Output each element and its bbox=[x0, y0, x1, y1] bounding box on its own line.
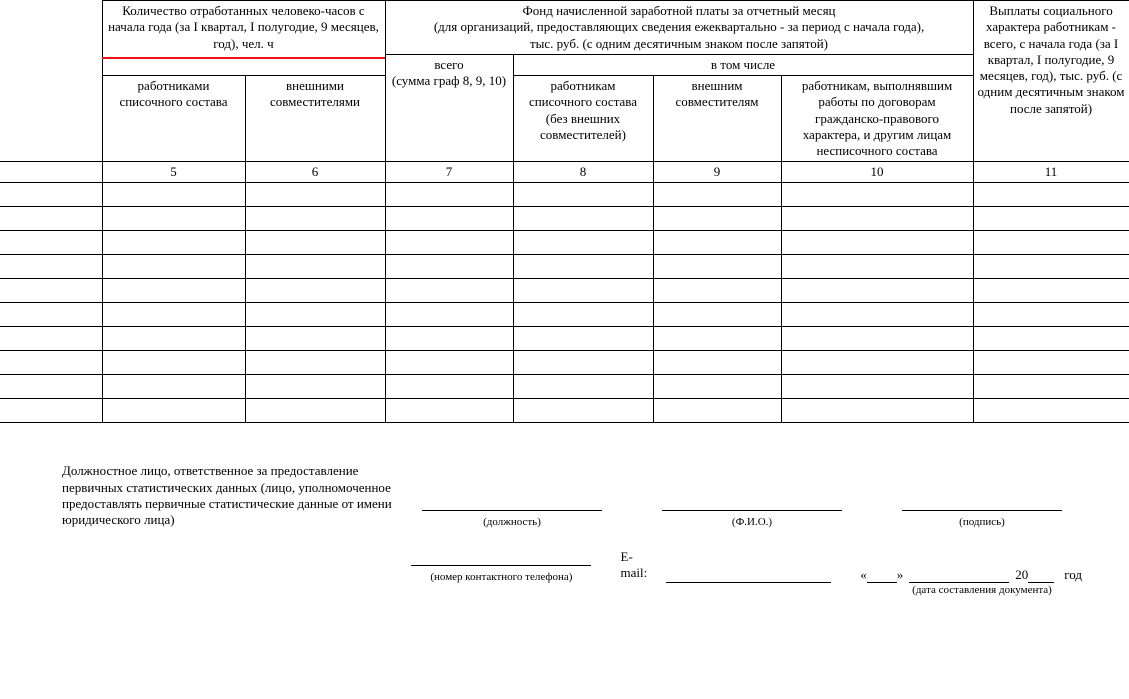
date-quote-close: » bbox=[897, 567, 904, 583]
header-col5: работниками списочного состава bbox=[102, 76, 245, 162]
responsible-label: Должностное лицо, ответственное за предо… bbox=[62, 463, 392, 528]
signature-caption: (подпись) bbox=[902, 516, 1062, 528]
table-row bbox=[0, 399, 1129, 423]
table-row bbox=[0, 303, 1129, 327]
position-caption: (должность) bbox=[422, 516, 602, 528]
header-col6: внешними совместителями bbox=[245, 76, 385, 162]
header-col8: работникам списочного состава (без внешн… bbox=[513, 76, 653, 162]
header-col10: работникам, выполнявшим работы по догово… bbox=[781, 76, 973, 162]
header-including: в том числе bbox=[513, 54, 973, 75]
header-hours-group: Количество отработанных человеко-часов с… bbox=[102, 1, 385, 76]
header-col7-b: (сумма граф 8, 9, 10) bbox=[392, 73, 506, 88]
table-row bbox=[0, 207, 1129, 231]
numcell-11: 11 bbox=[973, 162, 1129, 183]
table-row bbox=[0, 375, 1129, 399]
numcell-6: 6 bbox=[245, 162, 385, 183]
table-row bbox=[0, 279, 1129, 303]
date-day-field[interactable] bbox=[867, 563, 897, 583]
table-row bbox=[0, 231, 1129, 255]
numcell-5: 5 bbox=[102, 162, 245, 183]
numcell-10: 10 bbox=[781, 162, 973, 183]
doc-date-caption: (дата составления документа) bbox=[862, 584, 1102, 596]
numcell-blank bbox=[0, 162, 102, 183]
signature-block: Должностное лицо, ответственное за предо… bbox=[62, 463, 1082, 596]
report-table: Количество отработанных человеко-часов с… bbox=[0, 0, 1129, 423]
header-fund-group: Фонд начисленной заработной платы за отч… bbox=[385, 1, 973, 55]
header-fund-line2: (для организаций, предоставляющих сведен… bbox=[434, 19, 924, 34]
date-month-field[interactable] bbox=[909, 563, 1009, 583]
phone-caption: (номер контактного телефона) bbox=[411, 571, 591, 583]
header-fund-line3: тыс. руб. (с одним десятичным знаком пос… bbox=[530, 36, 828, 51]
email-field[interactable] bbox=[666, 563, 831, 583]
header-social: Выплаты социального характера работникам… bbox=[973, 1, 1129, 162]
table-row bbox=[0, 183, 1129, 207]
stub-cell bbox=[0, 1, 102, 162]
table-row bbox=[0, 327, 1129, 351]
signature-field[interactable] bbox=[902, 491, 1062, 511]
phone-field[interactable] bbox=[411, 546, 591, 566]
position-field[interactable] bbox=[422, 491, 602, 511]
year-20: 20 bbox=[1015, 567, 1028, 583]
fio-field[interactable] bbox=[662, 491, 842, 511]
year-field[interactable] bbox=[1028, 563, 1054, 583]
numcell-7: 7 bbox=[385, 162, 513, 183]
header-col7-a: всего bbox=[434, 57, 463, 72]
header-col7: всего (сумма граф 8, 9, 10) bbox=[385, 54, 513, 162]
table-row bbox=[0, 255, 1129, 279]
fio-caption: (Ф.И.О.) bbox=[662, 516, 842, 528]
numcell-9: 9 bbox=[653, 162, 781, 183]
email-label: E-mail: bbox=[621, 549, 659, 583]
header-col9: внешним совместителям bbox=[653, 76, 781, 162]
table-row bbox=[0, 351, 1129, 375]
header-fund-line1: Фонд начисленной заработной платы за отч… bbox=[522, 3, 835, 18]
year-word: год bbox=[1064, 567, 1082, 583]
highlight-marker bbox=[102, 57, 385, 59]
numcell-8: 8 bbox=[513, 162, 653, 183]
